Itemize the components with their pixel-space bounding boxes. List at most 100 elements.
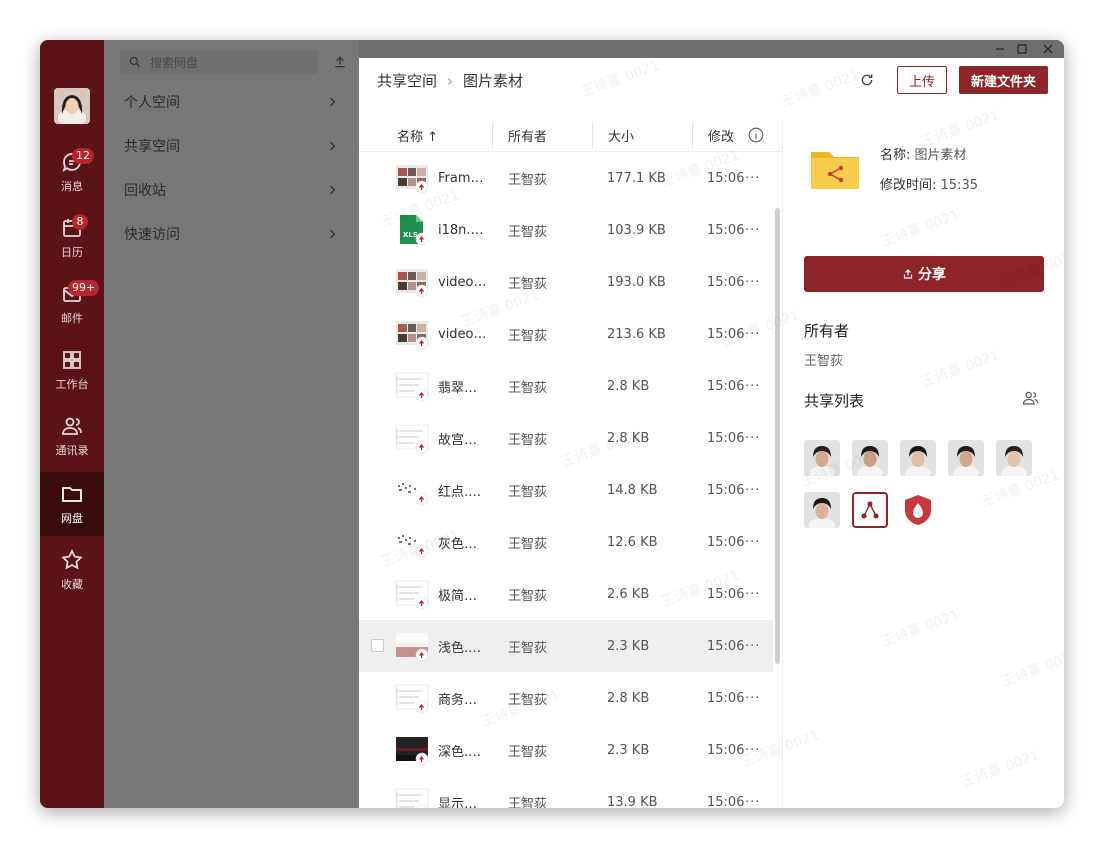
unread-badge: 8 (72, 214, 88, 230)
more-actions-icon[interactable]: ··· (745, 672, 760, 724)
avatar[interactable] (54, 88, 90, 124)
file-size: 2.8 KB (607, 690, 650, 706)
rail-item-messages[interactable]: 消息 12 (40, 140, 104, 204)
scrollbar[interactable] (775, 208, 780, 664)
file-name: video… (438, 326, 487, 342)
file-name: 红点.… (438, 484, 482, 500)
column-owner[interactable]: 所有者 (508, 118, 547, 152)
detail-panel: 名称: 图片素材 修改时间: 15:35 分享 所有者 王智荻 共享列表 (784, 118, 1064, 808)
column-modified[interactable]: 修改 (708, 118, 734, 152)
file-modified: 15:06 (707, 690, 745, 706)
file-owner: 王智荻 (508, 536, 548, 552)
rail-item-drive[interactable]: 网盘 (40, 472, 104, 536)
search-box[interactable]: 搜索网盘 (120, 50, 318, 74)
table-row[interactable]: XLS i18n.… 王智荻 103.9 KB 15:06 ··· (359, 204, 773, 256)
column-divider[interactable] (692, 122, 693, 148)
rail-item-mail[interactable]: 邮件 99+ (40, 272, 104, 336)
more-actions-icon[interactable]: ··· (745, 516, 760, 568)
row-checkbox[interactable] (371, 639, 384, 652)
table-row[interactable]: 深色.… 王智荻 2.3 KB 15:06 ··· (359, 724, 773, 776)
table-row[interactable]: video… 王智荻 213.6 KB 15:06 ··· (359, 308, 773, 360)
file-thumbnail-icon (395, 786, 429, 808)
file-modified: 15:06 (707, 586, 745, 602)
more-actions-icon[interactable]: ··· (745, 360, 760, 412)
table-row[interactable]: 故宫… 王智荻 2.8 KB 15:06 ··· (359, 412, 773, 464)
member-avatar[interactable] (996, 440, 1032, 476)
column-divider[interactable] (592, 122, 593, 148)
table-row[interactable]: 商务… 王智荻 2.8 KB 15:06 ··· (359, 672, 773, 724)
rail-item-label: 消息 (61, 180, 83, 193)
column-divider[interactable] (492, 122, 493, 148)
upload-icon[interactable] (332, 54, 348, 70)
more-actions-icon[interactable]: ··· (745, 464, 760, 516)
sidebar-item-personal[interactable]: 个人空间 (104, 80, 359, 124)
manage-members-icon[interactable] (1022, 389, 1040, 407)
table-row[interactable]: 显示… 王智荻 13.9 KB 15:06 ··· (359, 776, 773, 808)
more-actions-icon[interactable]: ··· (745, 308, 760, 360)
file-size: 13.9 KB (607, 794, 658, 809)
file-modified: 15:06 (707, 742, 745, 758)
rail-item-label: 工作台 (55, 378, 89, 391)
column-size[interactable]: 大小 (608, 118, 634, 152)
shield-icon[interactable] (900, 492, 936, 528)
chevron-right-icon (329, 97, 336, 107)
minimize-icon[interactable] (993, 42, 1007, 56)
table-row[interactable]: video… 王智荻 193.0 KB 15:06 ··· (359, 256, 773, 308)
rail-item-label: 收藏 (61, 578, 83, 591)
file-modified: 15:06 (707, 378, 745, 394)
sidebar-item-quick-access[interactable]: 快速访问 (104, 212, 359, 256)
chevron-right-icon (329, 141, 336, 151)
file-name: 故宫… (438, 432, 478, 448)
refresh-icon[interactable] (859, 72, 875, 88)
more-actions-icon[interactable]: ··· (745, 412, 760, 464)
more-actions-icon[interactable]: ··· (745, 724, 760, 776)
share-icon (903, 269, 913, 279)
file-thumbnail-icon (395, 526, 429, 558)
member-avatar[interactable] (852, 440, 888, 476)
file-name: 灰色… (438, 536, 478, 552)
member-avatar[interactable] (900, 440, 936, 476)
app-window: 消息 12 日历 8 邮件 99+ 工作台 通讯录 网盘 收藏 搜索网盘 个人空… (40, 40, 1064, 808)
file-name: 深色.… (438, 744, 482, 760)
table-row[interactable]: 浅色.… 王智荻 2.3 KB 15:06 ··· (359, 620, 773, 672)
file-thumbnail-icon (395, 734, 429, 766)
sidebar-item-label: 共享空间 (124, 139, 180, 155)
more-actions-icon[interactable]: ··· (745, 776, 760, 809)
member-avatar[interactable] (804, 492, 840, 528)
file-thumbnail-icon (395, 370, 429, 402)
table-row[interactable]: 翡翠… 王智荻 2.8 KB 15:06 ··· (359, 360, 773, 412)
table-row[interactable]: 极简… 王智荻 2.6 KB 15:06 ··· (359, 568, 773, 620)
maximize-icon[interactable] (1015, 42, 1029, 56)
file-thumbnail-icon (395, 474, 429, 506)
sidebar-item-shared[interactable]: 共享空间 (104, 124, 359, 168)
rail-item-contacts[interactable]: 通讯录 (40, 404, 104, 468)
info-icon[interactable] (747, 126, 765, 144)
new-folder-button[interactable]: 新建文件夹 (959, 66, 1048, 94)
more-actions-icon[interactable]: ··· (745, 152, 760, 204)
more-actions-icon[interactable]: ··· (745, 256, 760, 308)
more-actions-icon[interactable]: ··· (745, 568, 760, 620)
upload-button[interactable]: 上传 (897, 66, 947, 94)
table-row[interactable]: 灰色… 王智荻 12.6 KB 15:06 ··· (359, 516, 773, 568)
breadcrumb-root[interactable]: 共享空间 (377, 70, 437, 91)
member-avatar[interactable] (948, 440, 984, 476)
file-thumbnail-icon (395, 318, 429, 350)
more-actions-icon[interactable]: ··· (745, 620, 760, 672)
rail-item-calendar[interactable]: 日历 8 (40, 206, 104, 270)
member-avatar[interactable] (804, 440, 840, 476)
search-input[interactable]: 搜索网盘 (150, 54, 198, 71)
contacts-icon (62, 417, 82, 435)
file-thumbnail-icon (395, 162, 429, 194)
rail-item-favorites[interactable]: 收藏 (40, 538, 104, 602)
file-owner: 王智荻 (508, 588, 548, 604)
share-button[interactable]: 分享 (804, 256, 1044, 292)
table-row[interactable]: 红点.… 王智荻 14.8 KB 15:06 ··· (359, 464, 773, 516)
group-share-icon[interactable] (852, 492, 888, 528)
close-icon[interactable] (1041, 42, 1055, 56)
more-actions-icon[interactable]: ··· (745, 204, 760, 256)
column-name[interactable]: 名称 ↑ (397, 118, 438, 152)
table-row[interactable]: Fram… 王智荻 177.1 KB 15:06 ··· (359, 152, 773, 204)
sidebar-item-trash[interactable]: 回收站 (104, 168, 359, 212)
rail-item-label: 邮件 (61, 312, 83, 325)
rail-item-workbench[interactable]: 工作台 (40, 338, 104, 402)
